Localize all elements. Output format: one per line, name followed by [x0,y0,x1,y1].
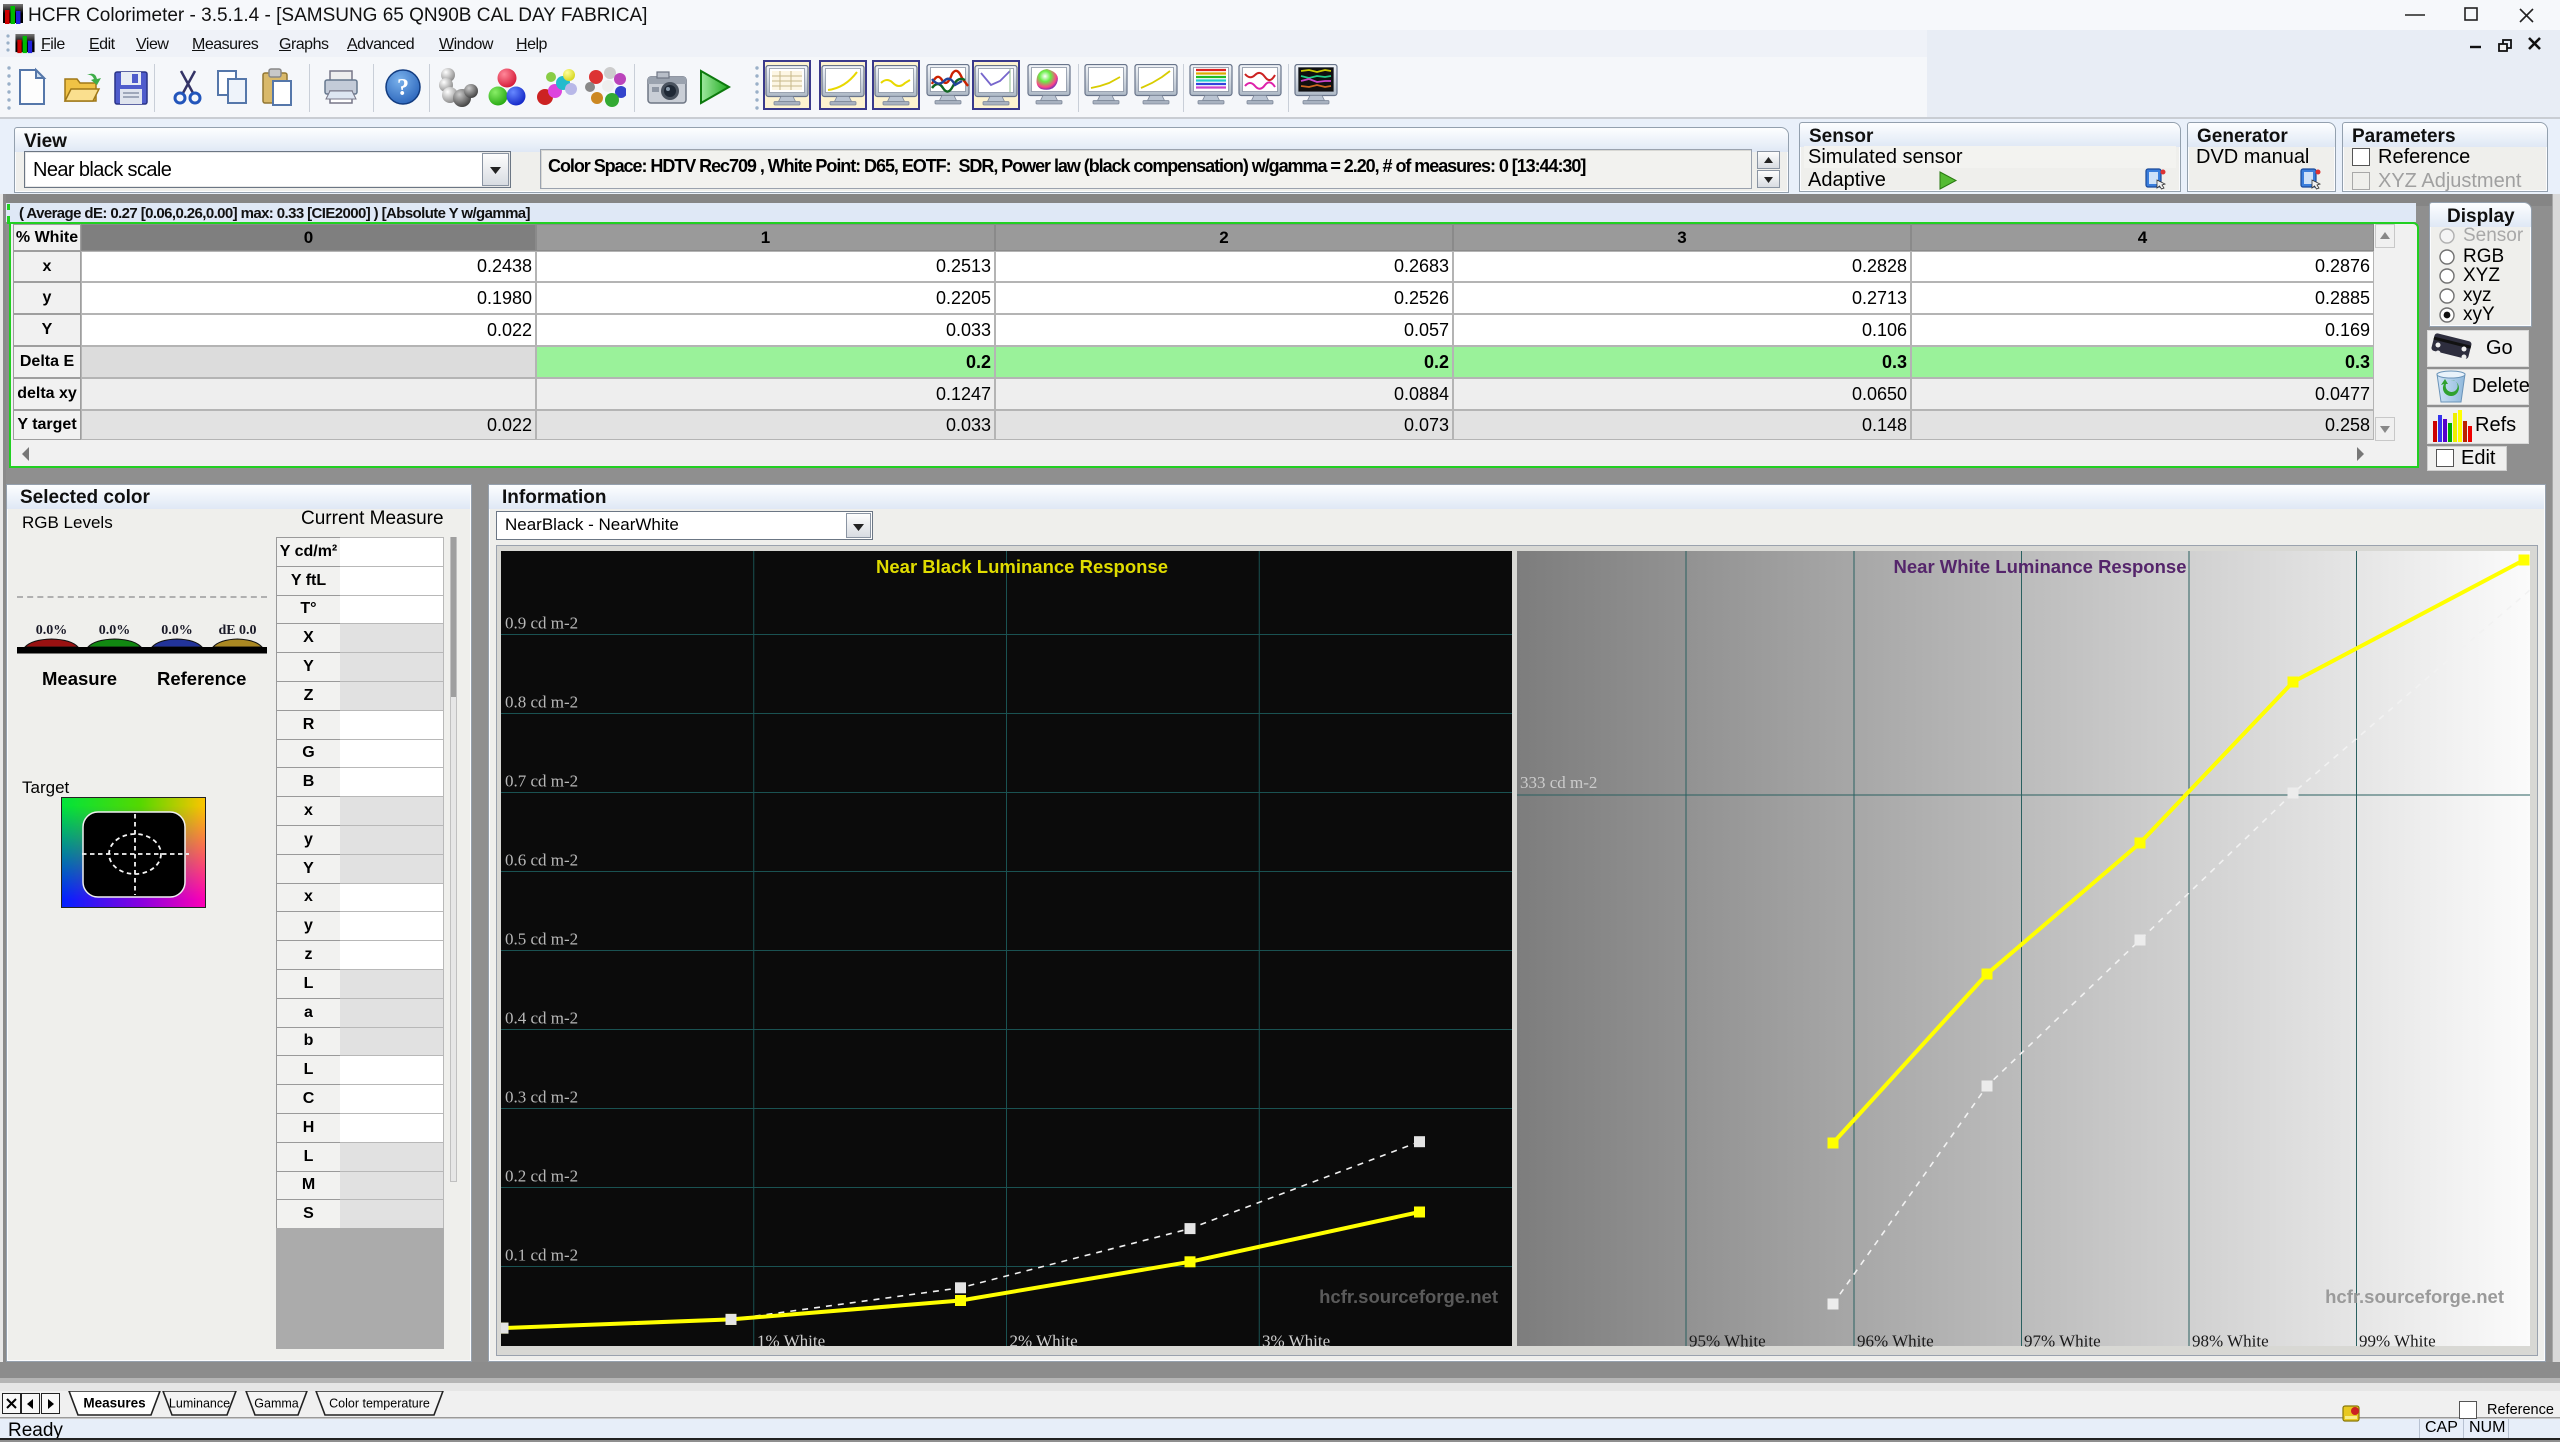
svg-text:0.3 cd m-2: 0.3 cd m-2 [505,1088,578,1107]
svg-text:98% White: 98% White [2192,1332,2269,1351]
svg-text:1% White: 1% White [757,1332,825,1351]
svg-text:?: ? [397,75,409,101]
svg-text:Luminance: Luminance [169,1397,230,1411]
svg-text:0.4 cd m-2: 0.4 cd m-2 [505,1009,578,1028]
svg-text:0.6 cd m-2: 0.6 cd m-2 [505,851,578,870]
svg-text:95% White: 95% White [1689,1332,1766,1351]
svg-text:Measures: Measures [83,1396,145,1411]
svg-text:333 cd m-2: 333 cd m-2 [1520,773,1597,792]
svg-text:0.5 cd m-2: 0.5 cd m-2 [505,930,578,949]
svg-text:dE 0.0: dE 0.0 [218,623,256,638]
svg-text:0.0%: 0.0% [99,623,131,638]
svg-text:Color temperature: Color temperature [329,1397,430,1411]
svg-text:0.1 cd m-2: 0.1 cd m-2 [505,1246,578,1265]
svg-text:0.7 cd m-2: 0.7 cd m-2 [505,772,578,791]
svg-text:3% White: 3% White [1262,1332,1330,1351]
svg-text:Gamma: Gamma [254,1397,299,1411]
svg-text:Near Black Luminance Response: Near Black Luminance Response [876,556,1168,577]
svg-text:hcfr.sourceforge.net: hcfr.sourceforge.net [1319,1286,1498,1307]
svg-text:99% White: 99% White [2359,1332,2436,1351]
svg-text:hcfr.sourceforge.net: hcfr.sourceforge.net [2325,1286,2504,1307]
svg-text:2% White: 2% White [1010,1332,1078,1351]
svg-text:0.2 cd m-2: 0.2 cd m-2 [505,1167,578,1186]
svg-text:Near White Luminance Response: Near White Luminance Response [1894,556,2187,577]
svg-text:0.8 cd m-2: 0.8 cd m-2 [505,693,578,712]
svg-text:0.9 cd m-2: 0.9 cd m-2 [505,614,578,633]
svg-text:96% White: 96% White [1857,1332,1934,1351]
svg-text:97% White: 97% White [2024,1332,2101,1351]
svg-text:0.0%: 0.0% [36,623,68,638]
svg-text:0.0%: 0.0% [161,623,193,638]
